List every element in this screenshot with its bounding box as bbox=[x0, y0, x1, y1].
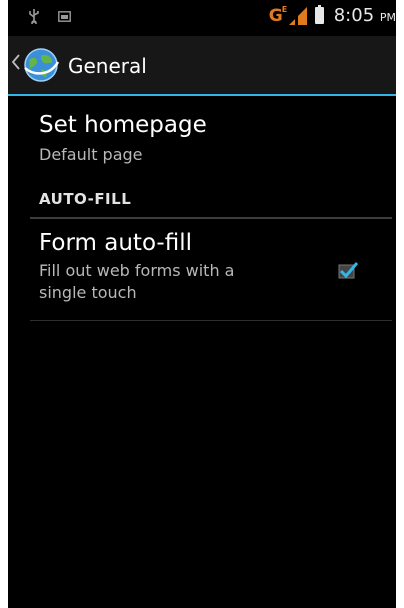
pref-title: Form auto-fill bbox=[39, 230, 193, 256]
pref-title: Set homepage bbox=[39, 112, 207, 138]
pref-summary-line-1: Fill out web forms with a bbox=[39, 261, 235, 280]
status-bar: GE 8:05 PM bbox=[8, 0, 396, 36]
set-homepage-pref[interactable]: Set homepage Default page bbox=[39, 112, 207, 166]
network-type-indicator: GE bbox=[268, 4, 288, 26]
pref-summary-line-2: single touch bbox=[39, 283, 137, 302]
signal-icon bbox=[288, 6, 307, 25]
page-title: General bbox=[68, 54, 147, 78]
phone-screen: GE 8:05 PM General Set homepage Default … bbox=[8, 0, 396, 608]
back-chevron-icon[interactable] bbox=[12, 54, 20, 70]
section-header-autofill: AUTO-FILL bbox=[39, 190, 132, 208]
image-icon bbox=[58, 10, 71, 22]
form-autofill-checkbox[interactable] bbox=[338, 261, 358, 279]
row-divider bbox=[30, 320, 392, 321]
section-divider bbox=[30, 217, 392, 219]
usb-icon bbox=[29, 9, 39, 24]
pref-summary: Default page bbox=[39, 145, 143, 164]
action-bar: General bbox=[8, 36, 396, 96]
clock: 8:05 PM bbox=[333, 5, 396, 26]
battery-icon bbox=[314, 5, 324, 24]
browser-globe-icon[interactable] bbox=[22, 46, 60, 84]
form-autofill-pref[interactable]: Form auto-fill Fill out web forms with a… bbox=[39, 230, 234, 304]
